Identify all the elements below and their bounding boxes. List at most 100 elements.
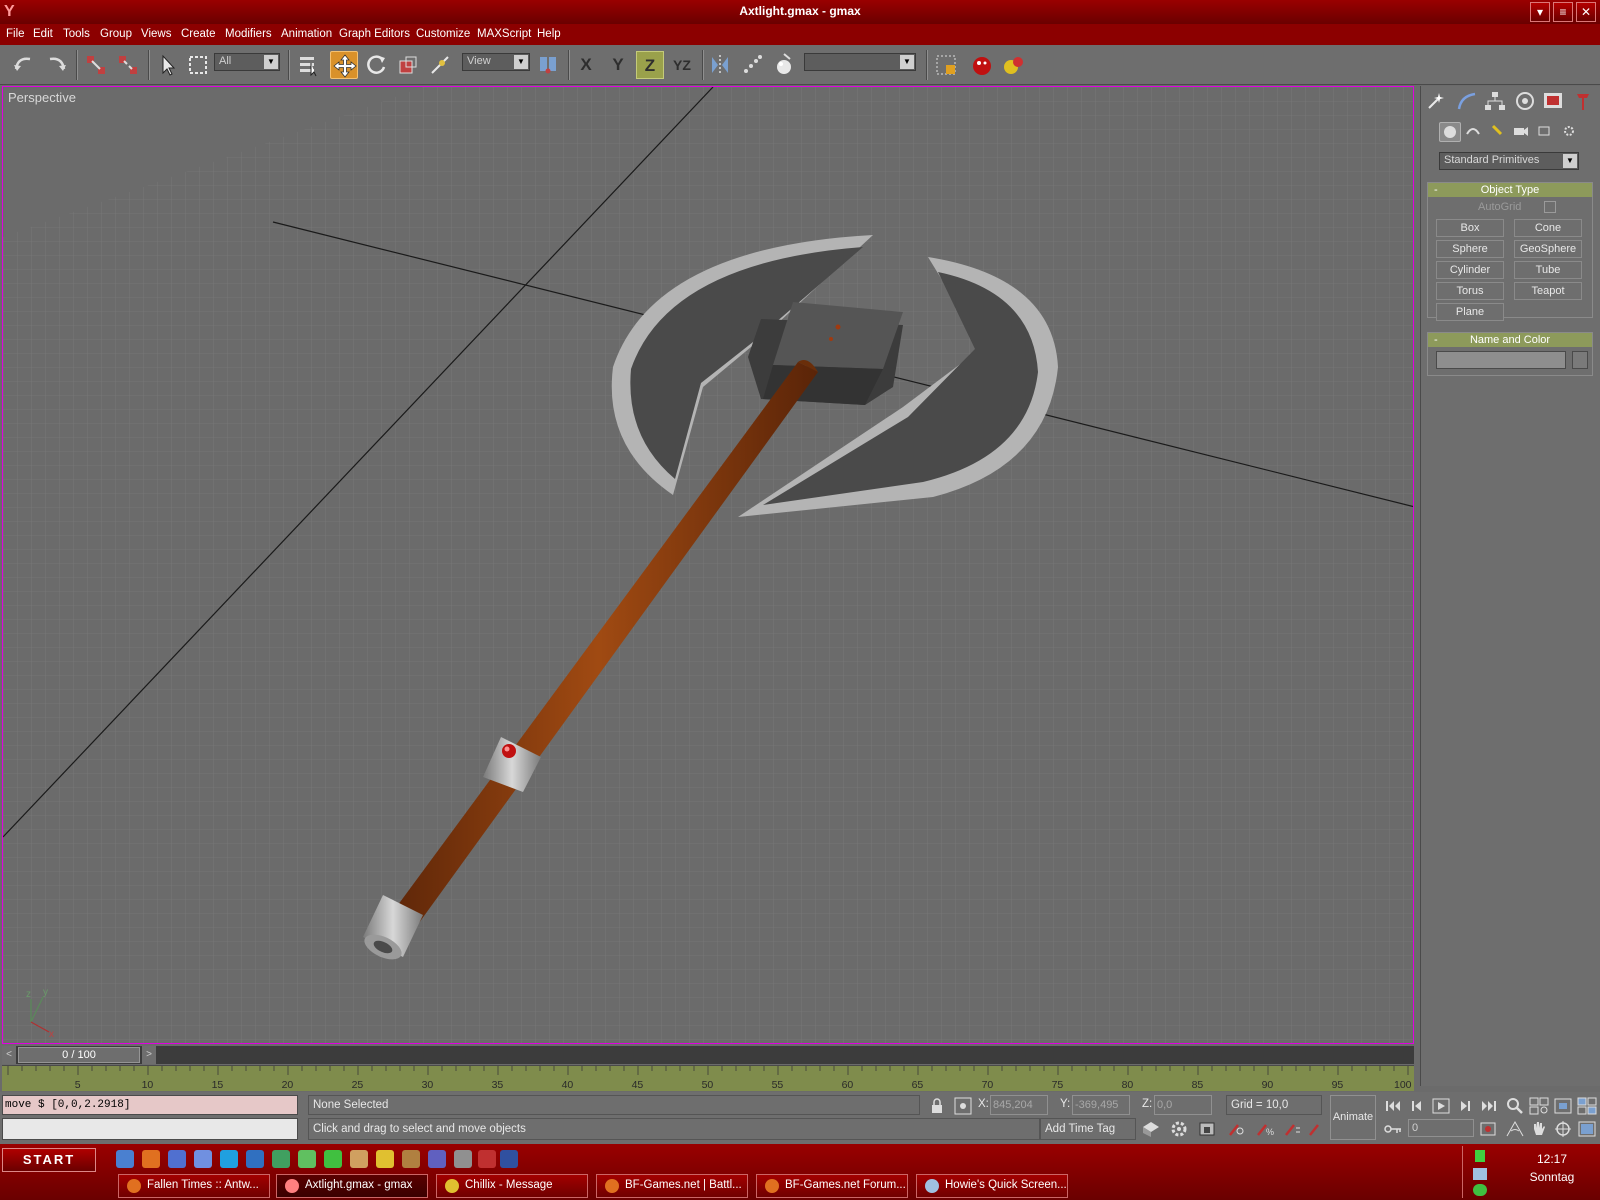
menu-create[interactable]: Create: [181, 28, 216, 40]
task-fallen-times[interactable]: Fallen Times :: Antw...: [118, 1174, 270, 1198]
menu-animation[interactable]: Animation: [281, 28, 332, 40]
skype-icon[interactable]: [220, 1150, 238, 1168]
absolute-mode-icon[interactable]: [952, 1096, 974, 1116]
spinner-snap-icon[interactable]: [1282, 1119, 1304, 1139]
object-type-rollout-header[interactable]: - Object Type: [1428, 183, 1592, 197]
menu-help[interactable]: Help: [537, 28, 561, 40]
zoom-all-icon[interactable]: [1528, 1096, 1550, 1116]
quick-render-icon[interactable]: [1000, 51, 1028, 79]
cone-button[interactable]: Cone: [1514, 219, 1582, 237]
cylinder-button[interactable]: Cylinder: [1436, 261, 1504, 279]
geosphere-button[interactable]: GeoSphere: [1514, 240, 1582, 258]
pivot-center-icon[interactable]: [534, 51, 562, 79]
material-editor-icon[interactable]: [932, 51, 960, 79]
display-tab-icon[interactable]: [1541, 90, 1565, 112]
pan-hand-icon[interactable]: [1528, 1119, 1550, 1139]
viewport-label[interactable]: Perspective: [8, 90, 76, 105]
maxscript-listener-input[interactable]: [2, 1118, 298, 1140]
nero-icon[interactable]: [272, 1150, 290, 1168]
archive-icon[interactable]: [402, 1150, 420, 1168]
menu-modifiers[interactable]: Modifiers: [225, 28, 272, 40]
create-tab-icon[interactable]: [1425, 90, 1449, 112]
menu-tools[interactable]: Tools: [63, 28, 90, 40]
sphere-button[interactable]: Sphere: [1436, 240, 1504, 258]
helpers-category-icon[interactable]: [1535, 122, 1557, 142]
object-color-swatch[interactable]: [1572, 351, 1588, 369]
geometry-category-icon[interactable]: [1439, 122, 1461, 142]
primitive-category-dropdown[interactable]: Standard Primitives ▼: [1439, 152, 1579, 170]
select-and-link-icon[interactable]: [82, 51, 110, 79]
torus-button[interactable]: Torus: [1436, 282, 1504, 300]
tube-button[interactable]: Tube: [1514, 261, 1582, 279]
task-chillix-message[interactable]: Chillix - Message: [436, 1174, 588, 1198]
y-coordinate-field[interactable]: -369,495: [1072, 1095, 1130, 1115]
perspective-viewport[interactable]: z y x Perspective: [2, 86, 1414, 1044]
menu-customize[interactable]: Customize: [416, 28, 470, 40]
zoom-extents-icon[interactable]: [1552, 1096, 1574, 1116]
time-configuration-icon[interactable]: [1478, 1119, 1500, 1139]
autogrid-checkbox[interactable]: [1544, 201, 1556, 213]
named-selection-dropdown[interactable]: ▼: [804, 53, 916, 71]
previous-frame-arrow-icon[interactable]: <: [2, 1046, 16, 1064]
close-button[interactable]: ✕: [1576, 2, 1596, 22]
menu-group[interactable]: Group: [100, 28, 132, 40]
degradation-override-icon[interactable]: [1140, 1119, 1162, 1139]
restrict-x-button[interactable]: X: [572, 51, 600, 79]
reference-coord-dropdown[interactable]: View ▼: [462, 53, 530, 71]
select-and-manipulate-icon[interactable]: [426, 51, 454, 79]
menu-edit[interactable]: Edit: [33, 28, 53, 40]
z-coordinate-field[interactable]: 0,0: [1154, 1095, 1212, 1115]
angle-snap-icon[interactable]: [1226, 1119, 1248, 1139]
start-button[interactable]: START: [2, 1148, 96, 1172]
teapot-button[interactable]: Teapot: [1514, 282, 1582, 300]
maxscript-listener-output[interactable]: move $ [0,0,2.2918]: [2, 1095, 298, 1115]
array-icon[interactable]: [738, 51, 766, 79]
antivirus-icon[interactable]: [1473, 1184, 1487, 1196]
play-icon[interactable]: [1430, 1096, 1452, 1116]
network-icon[interactable]: [1473, 1168, 1487, 1180]
task-bf-games-forum[interactable]: BF-Games.net Forum...: [756, 1174, 908, 1198]
restrict-z-button[interactable]: Z: [636, 51, 664, 79]
motion-tab-icon[interactable]: [1513, 90, 1537, 112]
current-frame-field[interactable]: 0: [1408, 1119, 1474, 1137]
hierarchy-tab-icon[interactable]: [1483, 90, 1507, 112]
box-button[interactable]: Box: [1436, 219, 1504, 237]
settings-icon[interactable]: [324, 1150, 342, 1168]
unlink-selection-icon[interactable]: [114, 51, 142, 79]
browser-icon[interactable]: [246, 1150, 264, 1168]
magnet-icon[interactable]: [1306, 1119, 1328, 1139]
ie-icon[interactable]: [116, 1150, 134, 1168]
menu-file[interactable]: File: [6, 28, 25, 40]
task-bf-games-battl[interactable]: BF-Games.net | Battl...: [596, 1174, 748, 1198]
align-icon[interactable]: [770, 51, 798, 79]
next-frame-arrow-icon[interactable]: >: [142, 1046, 156, 1064]
task-gmax[interactable]: Axtlight.gmax - gmax: [276, 1174, 428, 1198]
maximize-button[interactable]: ≡: [1553, 2, 1573, 22]
select-object-icon[interactable]: [154, 51, 182, 79]
taskbar-clock[interactable]: 12:17: [1512, 1152, 1592, 1166]
task-howies-quick-screen[interactable]: Howie's Quick Screen...: [916, 1174, 1068, 1198]
plane-button[interactable]: Plane: [1436, 303, 1504, 321]
minimize-button[interactable]: ▾: [1530, 2, 1550, 22]
percent-snap-icon[interactable]: %: [1254, 1119, 1276, 1139]
restrict-yz-button[interactable]: YZ: [668, 51, 696, 79]
select-and-rotate-icon[interactable]: [362, 51, 390, 79]
field-of-view-icon[interactable]: [1504, 1119, 1526, 1139]
firefox-icon[interactable]: [142, 1150, 160, 1168]
app-icon[interactable]: [428, 1150, 446, 1168]
time-slider[interactable]: < 0 / 100 >: [2, 1046, 1414, 1064]
systems-category-icon[interactable]: [1559, 122, 1581, 142]
render-scene-icon[interactable]: [968, 51, 996, 79]
previous-frame-icon[interactable]: [1406, 1096, 1428, 1116]
folder-icon[interactable]: [376, 1150, 394, 1168]
key-mode-icon[interactable]: [1382, 1119, 1404, 1139]
z-app-icon[interactable]: [454, 1150, 472, 1168]
gimp-icon[interactable]: [350, 1150, 368, 1168]
next-frame-icon[interactable]: [1454, 1096, 1476, 1116]
battery-icon[interactable]: [1475, 1150, 1485, 1162]
restrict-y-button[interactable]: Y: [604, 51, 632, 79]
redo-icon[interactable]: [42, 51, 70, 79]
zoom-icon[interactable]: [1504, 1096, 1526, 1116]
shapes-category-icon[interactable]: [1463, 122, 1485, 142]
x-coordinate-field[interactable]: 845,204: [990, 1095, 1048, 1115]
